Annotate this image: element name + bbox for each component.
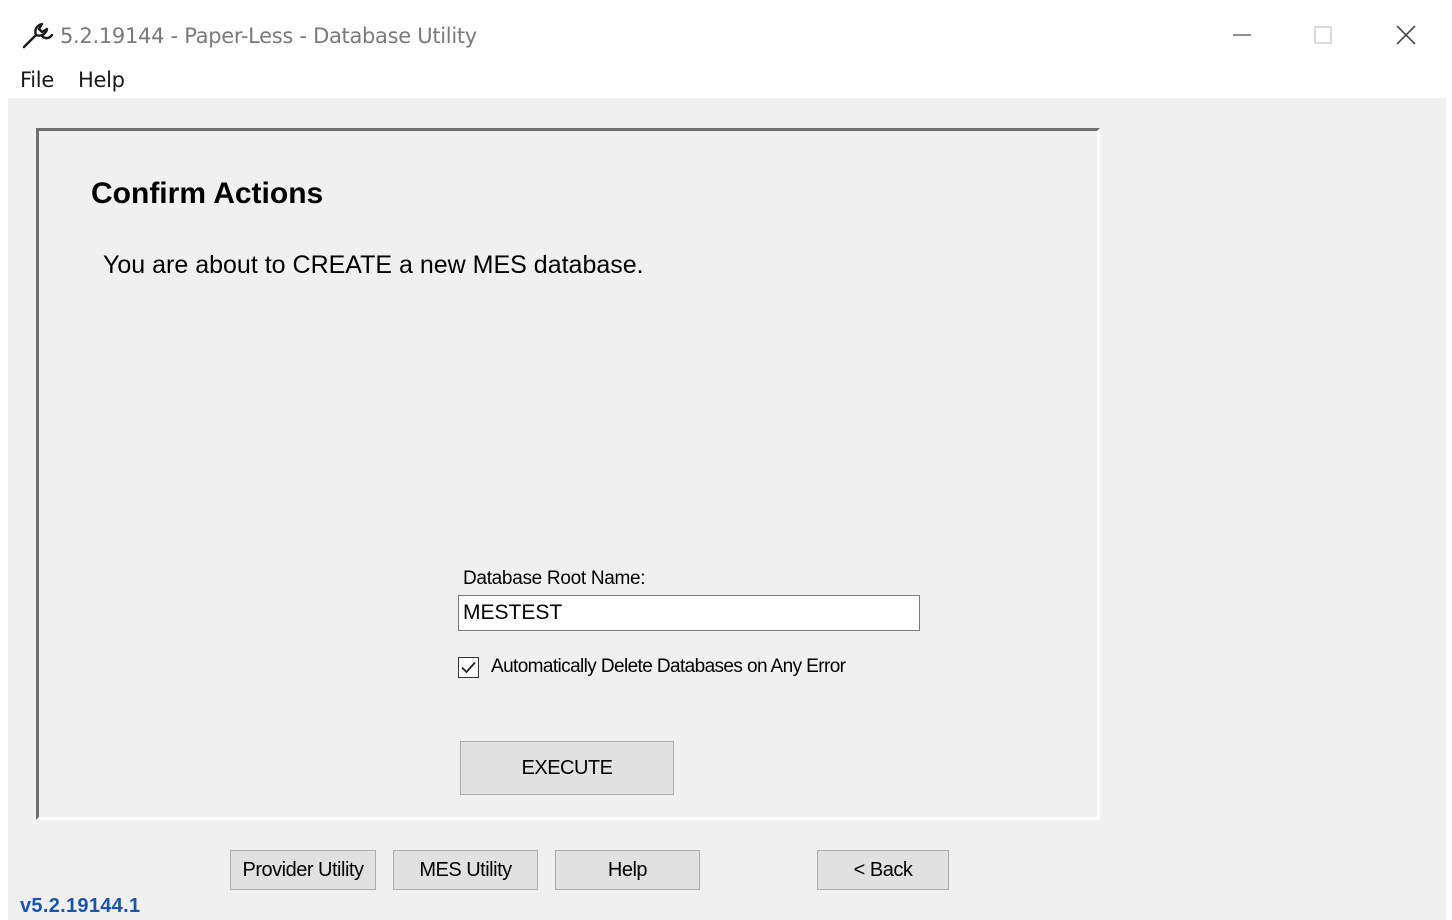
app-window: 5.2.19144 - Paper-Less - Database Utilit… (8, 10, 1446, 920)
panel-title: Confirm Actions (91, 177, 324, 210)
auto-delete-checkbox-label[interactable]: Automatically Delete Databases on Any Er… (491, 656, 846, 678)
minimize-icon (1233, 34, 1251, 36)
menu-bar: File Help (8, 62, 1446, 98)
close-icon (1396, 25, 1416, 45)
db-root-name-label: Database Root Name: (463, 568, 646, 589)
confirm-actions-panel: Confirm Actions You are about to CREATE … (36, 128, 1100, 820)
maximize-icon (1314, 26, 1332, 44)
auto-delete-checkbox[interactable] (458, 656, 479, 678)
provider-utility-button[interactable]: Provider Utility (230, 850, 376, 890)
maximize-button[interactable] (1283, 10, 1363, 60)
back-button[interactable]: < Back (817, 850, 949, 890)
db-root-name-input[interactable] (458, 595, 920, 631)
help-button[interactable]: Help (555, 850, 700, 890)
checkmark-icon (461, 661, 476, 673)
mes-utility-button[interactable]: MES Utility (393, 850, 538, 890)
confirm-message: You are about to CREATE a new MES databa… (103, 251, 644, 279)
title-bar[interactable]: 5.2.19144 - Paper-Less - Database Utilit… (8, 10, 1446, 62)
window-title: 5.2.19144 - Paper-Less - Database Utilit… (60, 24, 477, 48)
version-label: v5.2.19144.1 (20, 895, 141, 917)
minimize-button[interactable] (1202, 10, 1282, 60)
menu-file[interactable]: File (20, 68, 54, 92)
execute-button[interactable]: EXECUTE (460, 741, 674, 795)
close-button[interactable] (1366, 10, 1446, 60)
menu-help[interactable]: Help (78, 68, 125, 92)
auto-delete-checkbox-row[interactable]: Automatically Delete Databases on Any Er… (458, 654, 846, 680)
wrench-icon (22, 22, 54, 49)
